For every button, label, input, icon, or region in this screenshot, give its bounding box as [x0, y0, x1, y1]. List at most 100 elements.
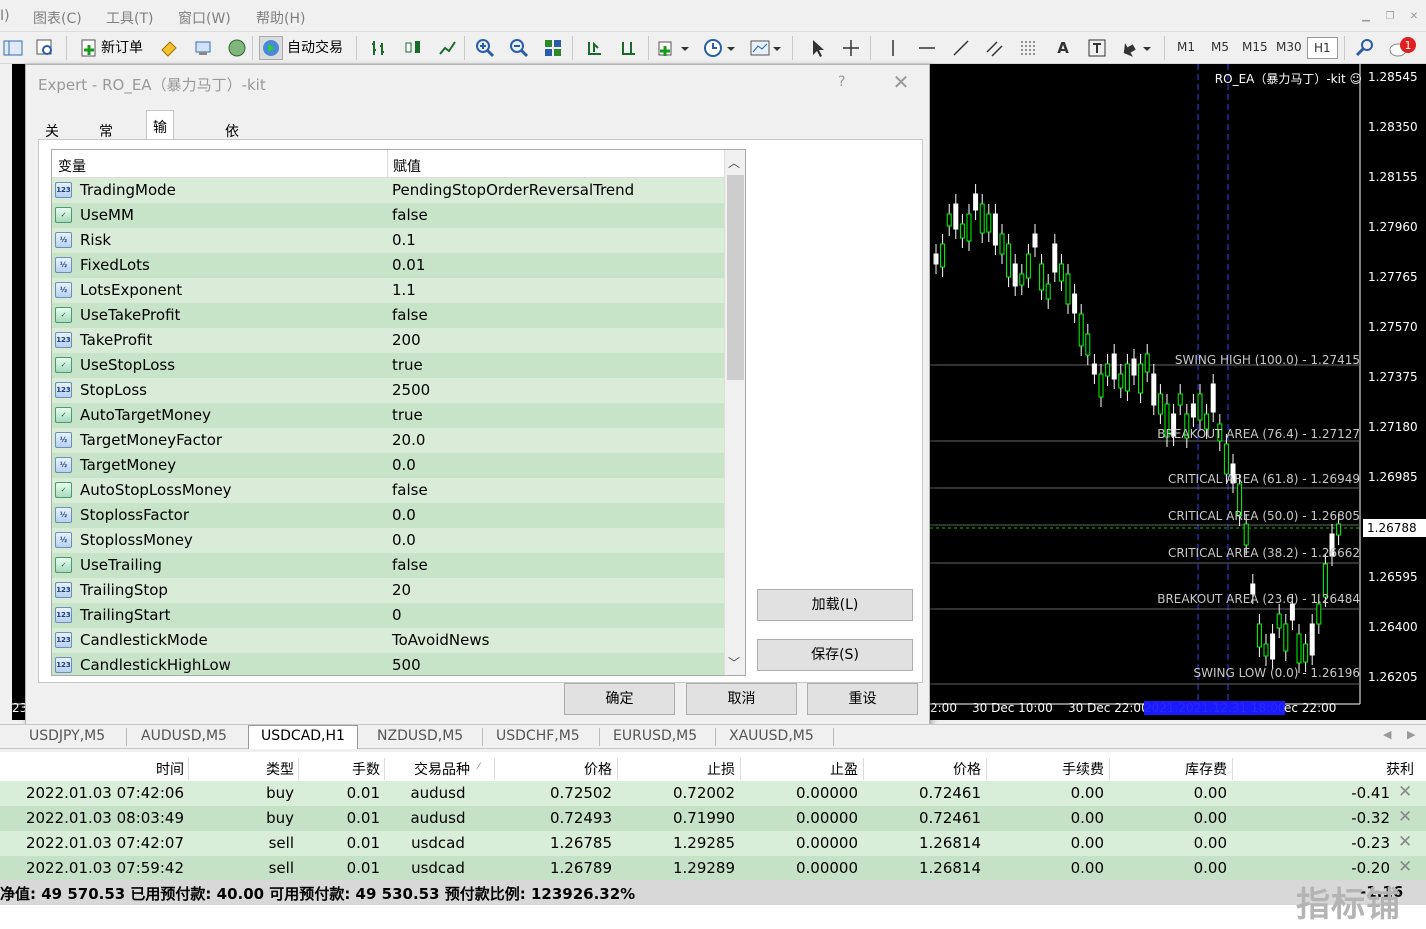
- menu-help[interactable]: 帮助(H): [256, 8, 305, 28]
- chart-tab[interactable]: NZDUSD,M5: [377, 728, 463, 744]
- horizontal-line-icon[interactable]: [916, 36, 938, 60]
- tf-m15[interactable]: M15: [1242, 40, 1268, 54]
- auto-scroll-icon[interactable]: [584, 36, 606, 60]
- chart-tab-active[interactable]: USDCAD,H1: [248, 725, 358, 749]
- cursor-icon[interactable]: [806, 36, 828, 60]
- param-row[interactable]: ✓ UseTakeProfit false: [52, 303, 724, 328]
- param-value[interactable]: 200: [392, 331, 421, 349]
- col-commission[interactable]: 手续费: [988, 759, 1104, 779]
- tf-h1[interactable]: H1: [1307, 37, 1338, 59]
- param-value[interactable]: false: [392, 306, 428, 324]
- vertical-line-icon[interactable]: [882, 36, 904, 60]
- save-button[interactable]: 保存(S): [757, 639, 913, 671]
- param-row[interactable]: ½ StoplossFactor 0.0: [52, 503, 724, 528]
- chart-tab[interactable]: XAUUSD,M5: [729, 728, 814, 744]
- profiles-icon[interactable]: [2, 36, 24, 60]
- tab-about[interactable]: 关于: [38, 114, 66, 160]
- scroll-thumb[interactable]: [727, 175, 744, 380]
- param-row[interactable]: ½ TargetMoneyFactor 20.0: [52, 428, 724, 453]
- param-value[interactable]: true: [392, 406, 423, 424]
- col-current-price[interactable]: 价格: [865, 759, 981, 779]
- chart-shift-icon[interactable]: [618, 36, 640, 60]
- param-value[interactable]: true: [392, 356, 423, 374]
- param-row[interactable]: 123 CandlestickMode ToAvoidNews: [52, 628, 724, 653]
- text-label-icon[interactable]: [1086, 36, 1108, 60]
- crosshair-icon[interactable]: [840, 36, 862, 60]
- tile-windows-icon[interactable]: [542, 36, 564, 60]
- tab-dependencies[interactable]: 依存关系: [218, 114, 246, 200]
- param-row[interactable]: ½ TargetMoney 0.0: [52, 453, 724, 478]
- bar-chart-icon[interactable]: [368, 36, 390, 60]
- col-time[interactable]: 时间: [0, 759, 184, 779]
- close-order-icon[interactable]: ✕: [1398, 832, 1412, 852]
- col-symbol[interactable]: 交易品种: [386, 759, 470, 779]
- param-value[interactable]: 2500: [392, 381, 430, 399]
- channel-icon[interactable]: [984, 36, 1006, 60]
- text-icon[interactable]: A: [1052, 36, 1074, 60]
- param-row[interactable]: ½ FixedLots 0.01: [52, 253, 724, 278]
- col-type[interactable]: 类型: [190, 759, 294, 779]
- restore-icon[interactable]: ❐: [1380, 9, 1400, 25]
- notifications-icon[interactable]: 1: [1388, 36, 1418, 60]
- help-button[interactable]: ?: [838, 74, 845, 90]
- trendline-icon[interactable]: [950, 36, 972, 60]
- close-window-icon[interactable]: ✕: [1404, 9, 1424, 25]
- tf-m5[interactable]: M5: [1211, 40, 1229, 54]
- chart-tab[interactable]: AUDUSD,M5: [141, 728, 227, 744]
- menu-window[interactable]: 窗口(W): [178, 8, 231, 28]
- search-icon[interactable]: [1354, 36, 1376, 60]
- navigator-icon[interactable]: [192, 36, 214, 60]
- param-row[interactable]: 123 CandlestickHighLow 500: [52, 653, 724, 675]
- reset-button[interactable]: 重设: [807, 683, 918, 715]
- scroll-down-icon[interactable]: ﹀: [728, 654, 740, 671]
- param-value[interactable]: 0.0: [392, 506, 416, 524]
- param-value[interactable]: 0.0: [392, 456, 416, 474]
- param-row[interactable]: ½ LotsExponent 1.1: [52, 278, 724, 303]
- order-row[interactable]: 2022.01.03 07:42:06 buy 0.01 audusd 0.72502 0…: [0, 781, 1426, 806]
- close-order-icon[interactable]: ✕: [1398, 782, 1412, 802]
- zoom-out-icon[interactable]: [508, 36, 530, 60]
- chart-tab[interactable]: USDCHF,M5: [496, 728, 580, 744]
- menu-tools[interactable]: 工具(T): [106, 8, 153, 28]
- param-value[interactable]: 0.1: [392, 231, 416, 249]
- periods-icon[interactable]: [702, 36, 738, 60]
- scroll-up-icon[interactable]: ︿: [728, 154, 740, 171]
- col-lots[interactable]: 手数: [300, 759, 380, 779]
- chart-tab[interactable]: USDJPY,M5: [29, 728, 105, 744]
- close-icon[interactable]: ✕: [888, 69, 914, 95]
- tf-m1[interactable]: M1: [1177, 40, 1195, 54]
- col-profit[interactable]: 获利: [1234, 759, 1414, 779]
- close-order-icon[interactable]: ✕: [1398, 857, 1412, 877]
- param-row[interactable]: ½ Risk 0.1: [52, 228, 724, 253]
- arrows-icon[interactable]: [1118, 36, 1154, 60]
- params-scrollbar[interactable]: ︿ ﹀: [724, 150, 745, 675]
- tabs-left-icon[interactable]: ◀: [1383, 728, 1391, 741]
- col-sl[interactable]: 止损: [619, 759, 735, 779]
- market-watch-icon[interactable]: [158, 36, 180, 60]
- param-value[interactable]: 1.1: [392, 281, 416, 299]
- cancel-button[interactable]: 取消: [686, 683, 797, 715]
- candlestick-icon[interactable]: [402, 36, 424, 60]
- param-value[interactable]: 500: [392, 656, 421, 674]
- param-value[interactable]: 0.01: [392, 256, 425, 274]
- param-row[interactable]: ✓ UseStopLoss true: [52, 353, 724, 378]
- param-value[interactable]: 20.0: [392, 431, 425, 449]
- param-value[interactable]: false: [392, 556, 428, 574]
- order-row[interactable]: 2022.01.03 07:59:42 sell 0.01 usdcad 1.26789…: [0, 856, 1426, 881]
- param-row[interactable]: 123 TradingMode PendingStopOrderReversalTr…: [52, 178, 724, 203]
- indicators-icon[interactable]: [656, 36, 692, 60]
- param-row[interactable]: 123 TakeProfit 200: [52, 328, 724, 353]
- ok-button[interactable]: 确定: [564, 683, 675, 715]
- load-button[interactable]: 加载(L): [757, 589, 913, 621]
- col-price[interactable]: 价格: [496, 759, 612, 779]
- templates-icon[interactable]: [748, 36, 784, 60]
- col-swap[interactable]: 库存费: [1111, 759, 1227, 779]
- tab-common[interactable]: 常用: [92, 114, 120, 160]
- param-row[interactable]: ✓ AutoTargetMoney true: [52, 403, 724, 428]
- param-value[interactable]: 0.0: [392, 531, 416, 549]
- param-row[interactable]: ½ StoplossMoney 0.0: [52, 528, 724, 553]
- new-order-icon[interactable]: [78, 36, 100, 60]
- minimize-icon[interactable]: ▁: [1356, 9, 1376, 25]
- param-value[interactable]: PendingStopOrderReversalTrend: [392, 181, 634, 199]
- order-row[interactable]: 2022.01.03 07:42:07 sell 0.01 usdcad 1.26785…: [0, 831, 1426, 856]
